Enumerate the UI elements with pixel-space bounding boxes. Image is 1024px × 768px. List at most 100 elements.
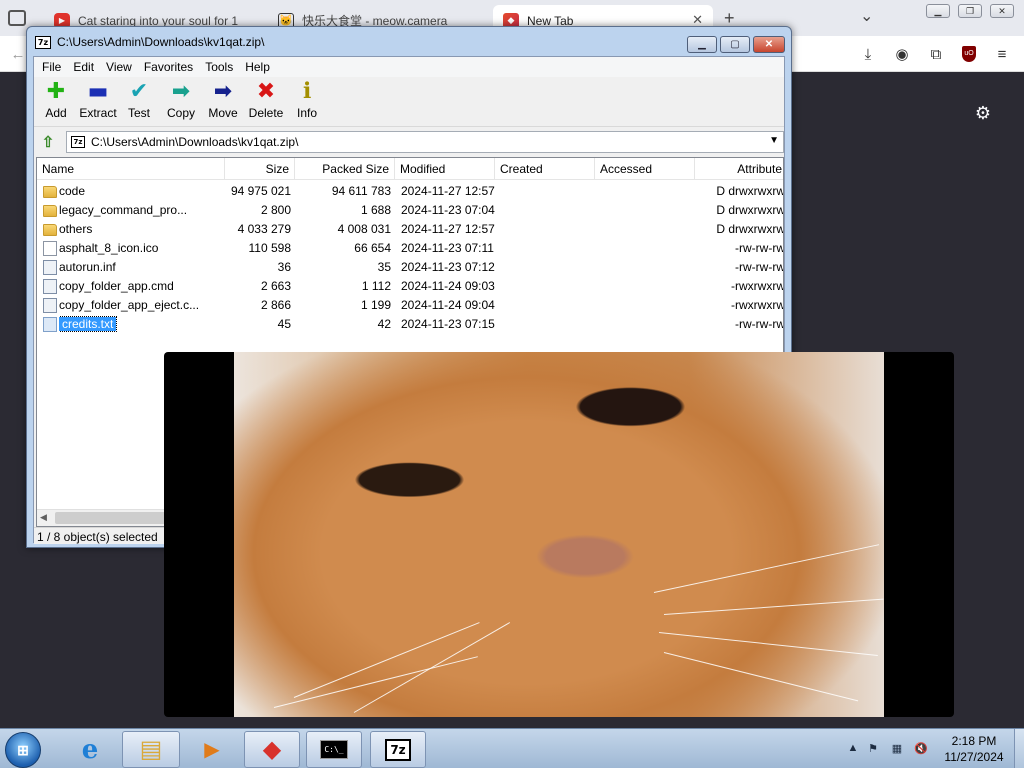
file-name: copy_folder_app.cmd <box>59 279 174 293</box>
menu-tools[interactable]: Tools <box>199 60 239 74</box>
extract-button[interactable]: ▬ Extract <box>76 80 120 124</box>
taskbar: ⊞ e ▤ ▶ ◆ C:\_ 7z ▲ ⚑ ▦ 🔇 2:18 PM 11/27/… <box>0 728 1024 768</box>
table-row[interactable]: asphalt_8_icon.ico 110 598 66 654 2024-1… <box>37 239 783 258</box>
script-file-icon <box>43 298 57 313</box>
file-attributes: -rw-rw-rw <box>735 241 784 255</box>
whisker <box>663 598 884 615</box>
whisker <box>663 652 859 702</box>
browser-close-button[interactable]: ✕ <box>990 4 1014 18</box>
file-attributes: -rw-rw-rw <box>735 317 784 331</box>
column-header-modified[interactable]: Modified <box>395 158 495 180</box>
folder-icon <box>43 186 57 198</box>
command-prompt-icon: C:\_ <box>320 740 348 759</box>
column-header-attributes[interactable]: Attribute <box>695 158 783 180</box>
file-size: 94 975 021 <box>230 184 291 198</box>
back-arrow-icon[interactable]: ← <box>8 44 28 64</box>
window-title-bar[interactable]: 7z C:\Users\Admin\Downloads\kv1qat.zip\ <box>27 27 791 57</box>
firefox-icon: ◆ <box>262 736 282 763</box>
scrollbar-thumb[interactable] <box>55 512 167 524</box>
file-packed-size: 66 654 <box>354 241 391 255</box>
file-modified: 2024-11-23 07:04 <box>401 203 495 217</box>
scroll-left-icon[interactable]: ◀ <box>40 512 47 523</box>
taskbar-file-explorer[interactable]: ▤ <box>122 731 180 768</box>
account-icon[interactable]: ◉ <box>892 44 912 64</box>
cat-video-frame <box>234 352 884 717</box>
whisker <box>353 622 511 713</box>
taskbar-media-player[interactable]: ▶ <box>184 731 240 768</box>
chevron-down-icon[interactable]: ▼ <box>769 135 779 146</box>
file-modified: 2024-11-23 07:11 <box>401 241 494 255</box>
column-header-packed-size[interactable]: Packed Size <box>295 158 395 180</box>
file-attributes: -rwxrwxrw <box>731 298 784 312</box>
table-row[interactable]: copy_folder_app_eject.c... 2 866 1 199 2… <box>37 296 783 315</box>
table-row[interactable]: legacy_command_pro... 2 800 1 688 2024-1… <box>37 201 783 220</box>
column-header-size[interactable]: Size <box>225 158 295 180</box>
taskbar-firefox[interactable]: ◆ <box>244 731 300 768</box>
media-player-icon: ▶ <box>204 739 220 761</box>
7zip-icon: 7z <box>385 738 411 761</box>
file-attributes: -rw-rw-rw <box>735 260 784 274</box>
file-name: asphalt_8_icon.ico <box>59 241 159 255</box>
column-header-name[interactable]: Name <box>37 158 225 180</box>
table-row[interactable]: code 94 975 021 94 611 783 2024-11-27 12… <box>37 182 783 201</box>
folder-icon <box>43 205 57 217</box>
file-modified: 2024-11-24 09:04 <box>401 298 495 312</box>
file-packed-size: 1 112 <box>361 279 391 293</box>
list-tabs-button[interactable]: ⌄ <box>860 6 873 26</box>
copy-button[interactable]: ➡ Copy <box>159 80 203 124</box>
network-icon[interactable]: ▦ <box>890 741 904 755</box>
taskbar-command-prompt[interactable]: C:\_ <box>306 731 362 768</box>
folder-icon <box>43 224 57 236</box>
address-row: ⇧ 7z C:\Users\Admin\Downloads\kv1qat.zip… <box>34 129 784 155</box>
menu-help[interactable]: Help <box>239 60 276 74</box>
table-row[interactable]: others 4 033 279 4 008 031 2024-11-27 12… <box>37 220 783 239</box>
show-hidden-icons-icon[interactable]: ▲ <box>846 741 860 755</box>
delete-button[interactable]: ✖ Delete <box>244 80 288 124</box>
taskbar-internet-explorer[interactable]: e <box>62 731 118 768</box>
file-size: 2 800 <box>260 203 291 217</box>
tab-overview-icon[interactable] <box>8 10 26 26</box>
column-header-accessed[interactable]: Accessed <box>595 158 695 180</box>
file-name: code <box>59 184 86 198</box>
volume-muted-icon[interactable]: 🔇 <box>914 741 928 755</box>
picture-in-picture-video[interactable] <box>164 352 954 717</box>
column-header-created[interactable]: Created <box>495 158 595 180</box>
file-packed-size: 1 199 <box>360 298 391 312</box>
move-button[interactable]: ➡ Move <box>201 80 245 124</box>
file-name: autorun.inf <box>59 260 116 274</box>
close-button[interactable]: ✕ <box>753 36 785 53</box>
file-modified: 2024-11-27 12:57 <box>401 184 495 198</box>
minimize-button[interactable]: ▁ <box>687 36 717 53</box>
up-folder-icon[interactable]: ⇧ <box>38 133 58 151</box>
extensions-icon[interactable]: ⧉ <box>926 44 946 64</box>
add-button[interactable]: ✚ Add <box>34 80 78 124</box>
table-row[interactable]: copy_folder_app.cmd 2 663 1 112 2024-11-… <box>37 277 783 296</box>
info-button[interactable]: ℹ Info <box>285 80 329 124</box>
taskbar-7zip[interactable]: 7z <box>370 731 426 768</box>
show-desktop-button[interactable] <box>1014 729 1024 768</box>
menu-file[interactable]: File <box>36 60 67 74</box>
menu-edit[interactable]: Edit <box>67 60 100 74</box>
test-button[interactable]: ✔ Test <box>117 80 161 124</box>
gear-icon[interactable]: ⚙ <box>972 102 994 124</box>
menu-view[interactable]: View <box>100 60 138 74</box>
file-name: credits.txt <box>59 316 118 332</box>
maximize-button[interactable]: ▢ <box>720 36 750 53</box>
extract-icon: ▬ <box>87 79 109 104</box>
7zip-toolbar: ✚ Add ▬ Extract ✔ Test ➡ Copy ➡ Move ✖ D… <box>34 77 784 127</box>
whisker <box>658 632 878 656</box>
browser-restore-button[interactable]: ❐ <box>958 4 982 18</box>
browser-minimize-button[interactable]: ▁ <box>926 4 950 18</box>
table-row-selected[interactable]: credits.txt 45 42 2024-11-23 07:15 -rw-r… <box>37 315 783 334</box>
ublock-icon[interactable]: uO <box>959 44 979 64</box>
table-row[interactable]: autorun.inf 36 35 2024-11-23 07:12 -rw-r… <box>37 258 783 277</box>
start-button[interactable]: ⊞ <box>5 732 41 768</box>
address-combobox[interactable]: 7z C:\Users\Admin\Downloads\kv1qat.zip\ … <box>66 131 784 153</box>
menu-icon[interactable]: ≡ <box>992 44 1012 64</box>
downloads-icon[interactable]: ⤓ <box>858 44 878 64</box>
file-packed-size: 42 <box>377 317 391 331</box>
file-modified: 2024-11-23 07:15 <box>401 317 495 331</box>
menu-favorites[interactable]: Favorites <box>138 60 199 74</box>
action-center-flag-icon[interactable]: ⚑ <box>866 741 880 755</box>
system-clock[interactable]: 2:18 PM 11/27/2024 <box>936 733 1012 765</box>
